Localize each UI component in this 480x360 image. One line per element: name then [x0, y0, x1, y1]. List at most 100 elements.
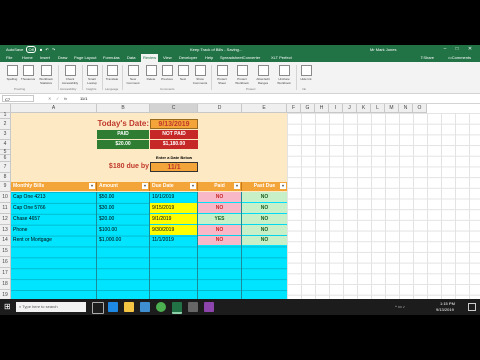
clock-date[interactable]: 9/13/2019	[436, 307, 454, 312]
table-row-due-date[interactable]: 9/30/2019	[150, 225, 197, 235]
settings-icon[interactable]	[188, 302, 198, 312]
protect-workbook-button[interactable]: Protect Workbook	[232, 65, 252, 85]
table-row-bill[interactable]: Rent or Mortgage	[11, 236, 96, 245]
menu-view[interactable]: View	[163, 54, 172, 62]
filter-dropdown-icon[interactable]: ▾	[89, 183, 95, 189]
header-monthly-bills[interactable]: Monthly Bills ▾	[11, 182, 97, 191]
column-header-f[interactable]: F	[287, 104, 301, 113]
row-header-2[interactable]: 2	[0, 119, 11, 130]
due-by-date-input[interactable]: 11/1	[150, 162, 198, 172]
undo-icon[interactable]: ↶	[45, 47, 48, 52]
menu-formulas[interactable]: Formulas	[103, 54, 120, 62]
row-header-13[interactable]: 13	[0, 225, 11, 236]
column-header-l[interactable]: L	[371, 104, 385, 113]
column-header-g[interactable]: G	[301, 104, 315, 113]
row-header-14[interactable]: 14	[0, 236, 11, 246]
translate-button[interactable]: Translate	[104, 65, 120, 83]
row-header-15[interactable]: 15	[0, 246, 11, 257]
user-name[interactable]: Mr Mark Jones	[370, 45, 396, 54]
row-header-9[interactable]: 9	[0, 182, 11, 192]
row-header-3[interactable]: 3	[0, 130, 11, 140]
allow-edit-ranges-button[interactable]: Allow Edit Ranges	[253, 65, 273, 85]
column-header-j[interactable]: J	[343, 104, 357, 113]
table-row-past-due[interactable]: NO	[242, 214, 287, 224]
row-header-6[interactable]: 6	[0, 155, 11, 162]
row-header-17[interactable]: 17	[0, 268, 11, 279]
close-button[interactable]: ✕	[465, 45, 475, 54]
not-paid-label[interactable]: NOT PAID	[150, 130, 198, 139]
edge-icon[interactable]	[108, 302, 118, 312]
redo-icon[interactable]: ↷	[52, 47, 55, 52]
menu-draw[interactable]: Draw	[58, 54, 67, 62]
column-header-m[interactable]: M	[385, 104, 399, 113]
table-row-amount[interactable]: $1,000.00	[97, 236, 149, 245]
column-header-d[interactable]: D	[198, 104, 242, 113]
table-row-bill[interactable]: Phone	[11, 225, 96, 235]
header-due-date[interactable]: Due Date ▾	[150, 182, 198, 191]
row-header-8[interactable]: 8	[0, 173, 11, 182]
notification-icon[interactable]	[468, 303, 476, 311]
table-row-due-date[interactable]: 9/15/2019	[150, 203, 197, 213]
table-row-past-due[interactable]: NO	[242, 192, 287, 202]
task-view-icon[interactable]	[92, 302, 104, 314]
row-header-18[interactable]: 18	[0, 279, 11, 290]
table-row-paid[interactable]: NO	[198, 236, 241, 245]
save-icon[interactable]: ■	[40, 47, 42, 52]
filter-dropdown-icon[interactable]: ▾	[234, 183, 240, 189]
store-icon[interactable]	[140, 302, 150, 312]
workbook-statistics-button[interactable]: Workbook Statistics	[36, 65, 56, 85]
table-row-bill[interactable]: Cap One 4213	[11, 192, 96, 202]
enter-icon[interactable]: ✓	[56, 94, 59, 103]
filter-dropdown-icon[interactable]: ▾	[190, 183, 196, 189]
spelling-button[interactable]: Spelling	[4, 65, 20, 83]
table-row-amount[interactable]: $50.00	[97, 192, 149, 202]
due-by-label[interactable]: $180 due by	[97, 162, 149, 172]
next-comment-button[interactable]: Next	[175, 65, 191, 83]
smart-lookup-button[interactable]: Smart Lookup	[84, 65, 100, 85]
maximize-button[interactable]: □	[452, 45, 462, 54]
header-paid[interactable]: Paid ▾	[198, 182, 242, 191]
menu-data[interactable]: Data	[127, 54, 135, 62]
row-header-12[interactable]: 12	[0, 214, 11, 225]
formula-input[interactable]: 11/1	[80, 94, 88, 103]
filter-dropdown-icon[interactable]: ▾	[280, 183, 286, 189]
paid-label[interactable]: PAID	[97, 130, 149, 139]
column-header-n[interactable]: N	[399, 104, 413, 113]
table-row-amount[interactable]: $30.00	[97, 203, 149, 213]
row-header-7[interactable]: 7	[0, 162, 11, 173]
column-header-i[interactable]: I	[329, 104, 343, 113]
autosave-toggle[interactable]: Off	[26, 46, 36, 53]
unshare-workbook-button[interactable]: Unshare Workbook	[274, 65, 294, 85]
new-comment-button[interactable]: New Comment	[124, 65, 142, 85]
hide-ink-button[interactable]: Hide Ink	[298, 65, 314, 83]
menu-review[interactable]: Review	[141, 54, 159, 62]
filter-dropdown-icon[interactable]: ▾	[142, 183, 148, 189]
cancel-icon[interactable]: ✕	[48, 94, 51, 103]
menu-file[interactable]: File	[6, 54, 12, 62]
column-header-a[interactable]: A	[11, 104, 97, 113]
enter-date-label[interactable]: Enter a Date Below	[150, 155, 198, 161]
today-label[interactable]: Today's Date:	[97, 119, 149, 129]
delete-comment-button[interactable]: Delete	[143, 65, 159, 83]
table-row-due-date[interactable]: 10/1/2019	[150, 192, 197, 202]
column-header-e[interactable]: E	[242, 104, 287, 113]
column-header-h[interactable]: H	[315, 104, 329, 113]
menu-xlt-perfect[interactable]: XLT Perfect	[271, 54, 292, 62]
table-row-paid[interactable]: NO	[198, 203, 241, 213]
column-header-o[interactable]: O	[413, 104, 427, 113]
share-button[interactable]: ⇪ Share	[420, 54, 434, 62]
clock-time[interactable]: 1:15 PM	[440, 301, 455, 306]
table-row-bill[interactable]: Cap One 5766	[11, 203, 96, 213]
minimize-button[interactable]: –	[440, 45, 450, 54]
table-row-past-due[interactable]: NO	[242, 236, 287, 245]
check-accessibility-button[interactable]: Check Accessibility	[60, 65, 80, 85]
excel-taskbar-icon[interactable]	[172, 302, 182, 314]
show-comments-button[interactable]: Show Comments	[191, 65, 209, 85]
table-row-past-due[interactable]: NO	[242, 203, 287, 213]
menu-spreadsheetconverter[interactable]: SpreadsheetConverter	[220, 54, 260, 62]
row-header-16[interactable]: 16	[0, 257, 11, 268]
row-header-11[interactable]: 11	[0, 203, 11, 214]
taskbar-search-box[interactable]: ⌕ Type here to search	[16, 302, 86, 312]
header-past-due[interactable]: Past Due ▾	[242, 182, 287, 191]
app-icon[interactable]	[204, 302, 214, 312]
